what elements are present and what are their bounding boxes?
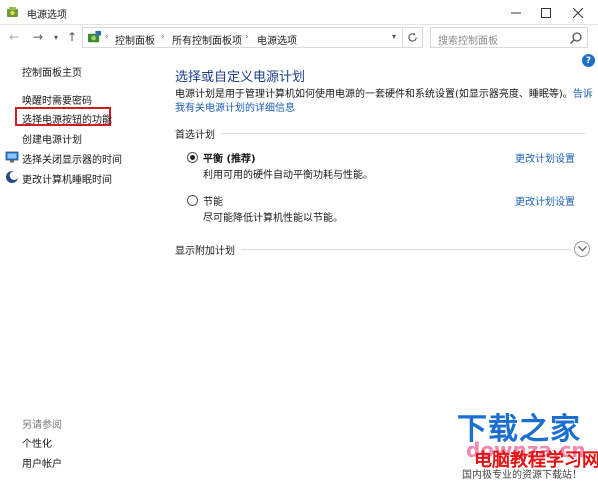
- navigation-bar: ← → ▾ ↑ › 控制面板 › 所有控制面板项 › 电源选项 ▾ 搜索控制面板: [0, 25, 598, 51]
- description-text: 电源计划是用于管理计算机如何使用电源的一套硬件和系统设置(如显示器亮度、睡眠等)…: [175, 89, 573, 100]
- balanced-plan-description: 利用可用的硬件自动平衡功耗与性能。: [203, 170, 373, 181]
- sidebar-item-display-off[interactable]: 选择关闭显示器的时间: [22, 151, 122, 166]
- recent-locations-button[interactable]: ▾: [48, 29, 64, 45]
- breadcrumb-power-options[interactable]: 电源选项: [257, 32, 297, 47]
- see-also-heading: 另请参阅: [22, 420, 62, 431]
- back-arrow-icon: ←: [8, 30, 20, 44]
- sidebar-item-power-buttons[interactable]: 选择电源按钮的功能: [22, 111, 112, 126]
- breadcrumb-separator: ›: [105, 32, 109, 42]
- display-off-icon: [5, 151, 19, 163]
- power-saver-plan-radio[interactable]: [187, 195, 198, 206]
- search-placeholder: 搜索控制面板: [438, 36, 498, 47]
- chevron-down-icon: [577, 246, 587, 252]
- sidebar-item-sleep-time[interactable]: 更改计算机睡眠时间: [22, 171, 112, 186]
- chevron-down-icon[interactable]: ▾: [392, 32, 396, 41]
- breadcrumb-all-items[interactable]: 所有控制面板项: [172, 32, 242, 47]
- up-arrow-icon: ↑: [66, 30, 78, 44]
- power-saver-plan-description: 尽可能降低计算机性能以节能。: [203, 213, 343, 224]
- sidebar-item-user-accounts[interactable]: 用户帐户: [22, 455, 62, 470]
- power-saver-change-settings-link[interactable]: 更改计划设置: [515, 193, 575, 208]
- search-icon[interactable]: [569, 31, 583, 45]
- page-description: 电源计划是用于管理计算机如何使用电源的一套硬件和系统设置(如显示器亮度、睡眠等)…: [175, 88, 595, 116]
- forward-arrow-icon: →: [32, 30, 44, 44]
- forward-button[interactable]: →: [30, 29, 46, 45]
- expand-additional-plans-button[interactable]: [574, 241, 590, 257]
- chevron-down-icon: ▾: [53, 32, 58, 42]
- help-icon[interactable]: ?: [582, 54, 595, 67]
- close-button[interactable]: [562, 0, 594, 25]
- search-box[interactable]: 搜索控制面板: [430, 27, 588, 48]
- breadcrumb-separator: ›: [161, 32, 165, 42]
- breadcrumb-separator: ›: [245, 32, 249, 42]
- preferred-plans-heading: 首选计划: [175, 126, 221, 141]
- close-icon: [573, 7, 583, 18]
- minimize-button[interactable]: [500, 0, 532, 25]
- control-panel-home-link[interactable]: 控制面板主页: [22, 64, 82, 79]
- balanced-change-settings-link[interactable]: 更改计划设置: [515, 150, 575, 165]
- maximize-icon: [541, 7, 551, 18]
- address-bar[interactable]: › 控制面板 › 所有控制面板项 › 电源选项 ▾: [82, 27, 403, 48]
- show-additional-plans-label[interactable]: 显示附加计划: [175, 242, 241, 257]
- sidebar-item-personalization[interactable]: 个性化: [22, 435, 52, 450]
- sidebar-item-create-plan[interactable]: 创建电源计划: [22, 131, 82, 146]
- balanced-plan-name[interactable]: 平衡 (推荐): [203, 150, 256, 165]
- sidebar-item-wake-password[interactable]: 唤醒时需要密码: [22, 92, 92, 107]
- watermark-tagline: 国内极专业的资源下载站！: [462, 470, 582, 481]
- maximize-button[interactable]: [530, 0, 562, 25]
- page-title: 选择或自定义电源计划: [175, 70, 306, 85]
- window-title: 电源选项: [27, 10, 67, 21]
- breadcrumb-control-panel[interactable]: 控制面板: [115, 32, 155, 47]
- balanced-plan-radio[interactable]: [187, 152, 198, 163]
- sleep-moon-icon: [6, 171, 19, 183]
- refresh-icon: [408, 32, 417, 42]
- back-button[interactable]: ←: [6, 29, 22, 45]
- control-panel-icon: [87, 30, 102, 43]
- up-button[interactable]: ↑: [64, 29, 80, 45]
- refresh-button[interactable]: [403, 27, 423, 48]
- power-saver-plan-name[interactable]: 节能: [203, 193, 223, 208]
- section-divider: [175, 133, 585, 134]
- minimize-icon: [511, 12, 521, 13]
- power-options-icon: [7, 7, 18, 17]
- title-bar: 电源选项: [0, 0, 598, 25]
